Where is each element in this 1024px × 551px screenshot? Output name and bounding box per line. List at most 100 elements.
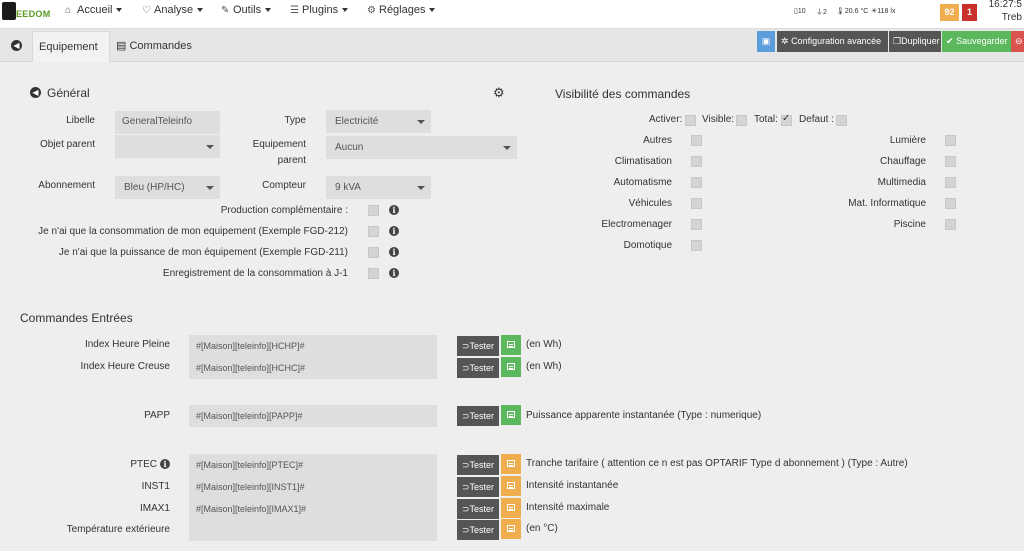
info-icon[interactable]: i: [389, 247, 399, 257]
type-select[interactable]: Electricité: [326, 110, 431, 133]
jeedom-logo[interactable]: [2, 2, 16, 20]
select-command-button[interactable]: [501, 498, 521, 518]
command-input[interactable]: #[Maison][teleinfo][PTEC]#: [189, 454, 437, 476]
menu-reglages-label: Réglages: [379, 4, 426, 16]
command-input[interactable]: #[Maison][teleinfo][INST1]#: [189, 476, 437, 498]
command-input[interactable]: #[Maison][teleinfo][HCHC]#: [189, 357, 437, 379]
command-input[interactable]: #[Maison][teleinfo][PAPP]#: [189, 405, 437, 427]
command-label: Index Heure Creuse: [80, 361, 171, 372]
log-button[interactable]: ▣: [757, 31, 775, 52]
tester-label: Tester: [469, 460, 495, 470]
category-checkbox[interactable]: [945, 156, 956, 167]
tester-button[interactable]: ⊃Tester: [457, 358, 499, 378]
back-circle-icon[interactable]: ◀: [30, 87, 41, 98]
tester-button[interactable]: ⊃Tester: [457, 520, 499, 540]
back-arrow-icon[interactable]: ◀: [11, 40, 22, 51]
visible-checkbox[interactable]: [736, 115, 747, 126]
puissance-fgd211-checkbox[interactable]: [368, 247, 379, 258]
defaut-checkbox[interactable]: [836, 115, 847, 126]
conso-fgd212-label: Je n'ai que la consommation de mon equip…: [38, 226, 348, 237]
total-checkbox[interactable]: [781, 113, 792, 126]
minus-circle-icon: ⊖: [1015, 36, 1023, 46]
select-command-button[interactable]: [501, 357, 521, 377]
section-commands-title: Commandes Entrées: [20, 311, 133, 325]
rss-icon: ⊃: [462, 525, 470, 535]
tester-button[interactable]: ⊃Tester: [457, 336, 499, 356]
clock-time: 16:27:5: [988, 0, 1022, 10]
cogs-icon[interactable]: ⚙: [493, 85, 505, 101]
tab-commandes[interactable]: ▤ Commandes: [110, 31, 198, 62]
compteur-select[interactable]: 9 kVA: [326, 176, 431, 199]
status-temperature-value: 20.6 °C: [844, 8, 869, 15]
command-input[interactable]: [189, 519, 437, 541]
info-icon[interactable]: i: [160, 459, 170, 469]
plug-icon: ⏚: [816, 9, 823, 16]
menu-outils-label: Outils: [233, 4, 262, 16]
menu-accueil[interactable]: ⌂ Accueil: [65, 4, 123, 16]
menu-reglages[interactable]: ⚙ Réglages: [367, 4, 436, 16]
select-command-button[interactable]: [501, 405, 521, 425]
chevron-down-icon: [206, 186, 214, 190]
category-checkbox[interactable]: [691, 198, 702, 209]
activer-checkbox[interactable]: [685, 115, 696, 126]
production-checkbox[interactable]: [368, 205, 379, 216]
category-label: Multimedia: [877, 177, 926, 188]
list-alt-icon: [507, 504, 515, 511]
menu-outils[interactable]: ✎ Outils: [221, 4, 272, 16]
advanced-config-button[interactable]: ✲ Configuration avancée: [777, 31, 888, 52]
objet-parent-select[interactable]: [115, 135, 220, 158]
enregistrement-checkbox[interactable]: [368, 268, 379, 279]
list-alt-icon: [507, 341, 515, 348]
command-input[interactable]: #[Maison][teleinfo][HCHP]#: [189, 335, 437, 357]
category-checkbox[interactable]: [691, 240, 702, 251]
chevron-down-icon: [417, 186, 425, 190]
rss-icon: ⊃: [462, 504, 470, 514]
compteur-value: 9 kVA: [335, 182, 361, 193]
info-icon[interactable]: i: [389, 268, 399, 278]
tester-button[interactable]: ⊃Tester: [457, 499, 499, 519]
command-input[interactable]: #[Maison][teleinfo][IMAX1]#: [189, 498, 437, 520]
category-checkbox[interactable]: [945, 198, 956, 209]
notification-badge-red[interactable]: 1: [962, 4, 977, 21]
duplicate-button[interactable]: ❐Dupliquer: [889, 31, 941, 52]
conso-fgd212-checkbox[interactable]: [368, 226, 379, 237]
category-checkbox[interactable]: [691, 135, 702, 146]
gear-icon: ⚙: [367, 5, 376, 16]
menu-analyse[interactable]: ♡ Analyse: [142, 4, 204, 16]
libelle-input[interactable]: GeneralTeleinfo: [115, 111, 220, 134]
libelle-label: Libelle: [66, 115, 95, 126]
category-checkbox[interactable]: [945, 135, 956, 146]
notification-badge-orange[interactable]: 92: [940, 4, 959, 21]
select-command-button[interactable]: [501, 335, 521, 355]
category-checkbox[interactable]: [691, 177, 702, 188]
category-checkbox[interactable]: [691, 219, 702, 230]
tester-button[interactable]: ⊃Tester: [457, 406, 499, 426]
chevron-down-icon: [342, 8, 349, 13]
abonnement-select[interactable]: Bleu (HP/HC): [115, 176, 220, 199]
rss-icon: ⊃: [462, 411, 470, 421]
category-checkbox[interactable]: [945, 219, 956, 230]
save-button[interactable]: ✔ Sauvegarder: [942, 31, 1011, 52]
tester-button[interactable]: ⊃Tester: [457, 477, 499, 497]
delete-button[interactable]: ⊖: [1011, 31, 1024, 52]
tester-button[interactable]: ⊃Tester: [457, 455, 499, 475]
copy-icon: ❐: [893, 36, 902, 46]
select-command-button[interactable]: [501, 476, 521, 496]
command-unit: Puissance apparente instantanée (Type : …: [526, 410, 762, 421]
tab-equipement[interactable]: Equipement: [32, 31, 110, 62]
equipement-parent-select[interactable]: Aucun: [326, 136, 517, 159]
info-icon[interactable]: i: [389, 226, 399, 236]
info-icon[interactable]: i: [389, 205, 399, 215]
equipement-parent-label: Equipement parent: [246, 139, 306, 166]
tab-commandes-label: Commandes: [129, 40, 192, 52]
select-command-button[interactable]: [501, 454, 521, 474]
category-checkbox[interactable]: [691, 156, 702, 167]
advanced-config-label: Configuration avancée: [791, 36, 882, 46]
chevron-down-icon: [265, 8, 272, 13]
menu-plugins[interactable]: ☰ Plugins: [290, 4, 349, 16]
select-command-button[interactable]: [501, 519, 521, 539]
category-checkbox[interactable]: [945, 177, 956, 188]
save-label: Sauvegarder: [956, 36, 1008, 46]
chevron-down-icon: [417, 120, 425, 124]
wrench-icon: ✎: [221, 5, 230, 16]
